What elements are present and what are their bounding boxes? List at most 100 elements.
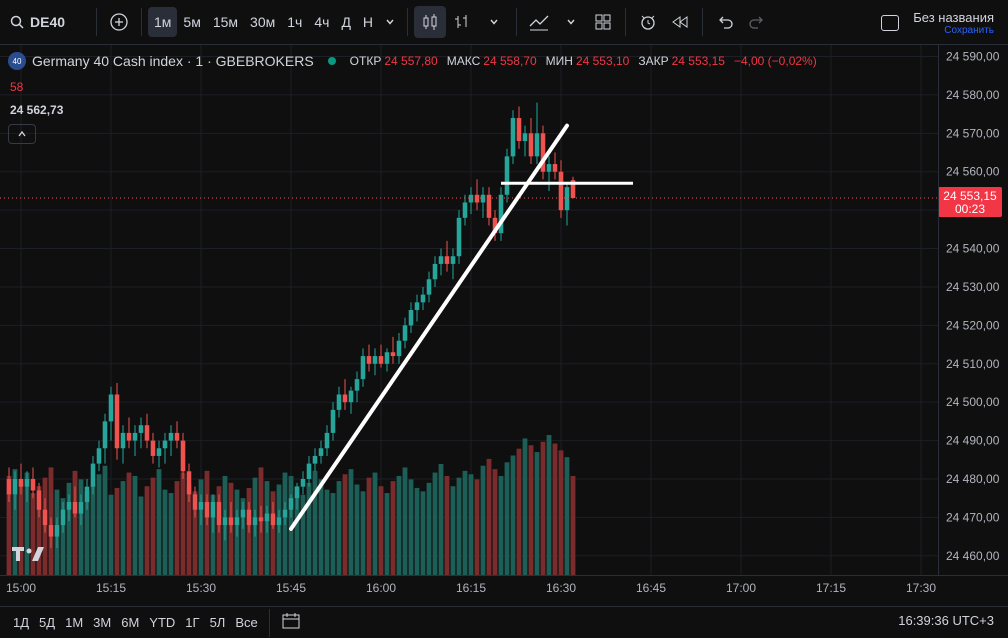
volume-bar xyxy=(90,484,96,575)
price-axis[interactable] xyxy=(938,45,1008,575)
volume-bar xyxy=(168,493,174,575)
candle-body xyxy=(276,517,282,526)
candle-body xyxy=(96,448,102,464)
time-axis[interactable] xyxy=(0,575,1008,601)
range-1d[interactable]: 1Д xyxy=(8,615,34,630)
candle-body xyxy=(78,502,84,514)
candle-body xyxy=(324,432,330,449)
candle-body xyxy=(522,133,528,142)
candle-body xyxy=(198,502,204,510)
volume-bar xyxy=(114,487,120,575)
collapse-legend-button[interactable] xyxy=(8,124,36,144)
volume-bar xyxy=(402,467,408,575)
candle-body xyxy=(12,478,18,495)
volume-bar xyxy=(384,493,390,575)
volume-bar xyxy=(150,477,156,575)
candle-body xyxy=(462,202,468,218)
volume-bar xyxy=(480,465,486,575)
candle-body xyxy=(138,425,144,433)
volume-bar xyxy=(366,477,372,575)
candle-body xyxy=(534,133,540,157)
clock-timezone[interactable]: 16:39:36 UTC+3 xyxy=(898,613,994,628)
candle-body xyxy=(402,325,408,341)
market-status-icon xyxy=(327,57,336,65)
volume-bar xyxy=(564,457,570,575)
volume-bar xyxy=(510,455,516,575)
volume-bar xyxy=(156,469,162,575)
candle-body xyxy=(144,425,150,441)
candle-body xyxy=(420,294,426,303)
price-chart[interactable]: 24 590,0024 580,0024 570,0024 560,0024 5… xyxy=(0,0,1008,638)
candle-body xyxy=(450,256,456,264)
low-value: 24 553,10 xyxy=(575,54,630,68)
range-3m[interactable]: 3М xyxy=(88,615,116,630)
candle-body xyxy=(234,517,240,526)
candle-body xyxy=(24,478,30,487)
volume-bar xyxy=(126,472,132,575)
range-5y[interactable]: 5Л xyxy=(205,615,231,630)
volume-bar xyxy=(450,486,456,575)
volume-bar xyxy=(348,469,354,575)
candle-body xyxy=(240,509,246,518)
candle-body xyxy=(156,448,162,456)
volume-bar xyxy=(474,479,480,575)
candle-body xyxy=(372,356,378,364)
go-to-date-button[interactable] xyxy=(276,612,306,633)
candle-body xyxy=(204,502,210,518)
candle-body xyxy=(318,448,324,456)
tradingview-logo-icon[interactable] xyxy=(12,543,46,563)
range-ytd[interactable]: YTD xyxy=(144,615,180,630)
candle-body xyxy=(396,340,402,357)
candle-body xyxy=(174,432,180,441)
volume-bar xyxy=(426,482,432,575)
candle-body xyxy=(516,117,522,142)
range-6m[interactable]: 6М xyxy=(116,615,144,630)
candle-body xyxy=(246,509,252,526)
candle-body xyxy=(312,455,318,464)
candle-body xyxy=(180,440,186,472)
volume-bar xyxy=(336,481,342,575)
candle-body xyxy=(102,421,108,449)
candle-body xyxy=(432,263,438,280)
high-label: МАКС xyxy=(446,54,481,68)
candle-body xyxy=(42,509,48,526)
chart-legend: 40 Germany 40 Cash index · 1 · GBEBROKER… xyxy=(8,52,823,70)
range-all[interactable]: Все xyxy=(230,615,262,630)
candle-body xyxy=(210,502,216,518)
volume-bar xyxy=(390,481,396,575)
volume-bar xyxy=(198,479,204,575)
candle-body xyxy=(330,409,336,433)
candle-body xyxy=(18,478,24,487)
volume-bar xyxy=(174,481,180,575)
candle-body xyxy=(192,494,198,510)
candle-body xyxy=(264,513,270,522)
candle-body xyxy=(270,513,276,526)
candle-body xyxy=(222,517,228,526)
bottom-toolbar: 1Д 5Д 1М 3М 6М YTD 1Г 5Л Все xyxy=(0,606,1008,638)
candle-body xyxy=(378,356,384,364)
candle-body xyxy=(252,517,258,526)
candle-body xyxy=(288,498,294,510)
candle-body xyxy=(36,490,42,510)
range-5d[interactable]: 5Д xyxy=(34,615,60,630)
candle-body xyxy=(480,194,486,203)
candle-body xyxy=(6,478,12,495)
candle-body xyxy=(108,394,114,422)
calendar-icon xyxy=(282,613,300,629)
volume-bar xyxy=(546,435,552,575)
candle-body xyxy=(72,502,78,514)
candle-body xyxy=(162,440,168,449)
candle-body xyxy=(438,256,444,264)
range-1y[interactable]: 1Г xyxy=(180,615,204,630)
symbol-badge: 40 xyxy=(8,52,26,70)
range-1m[interactable]: 1М xyxy=(60,615,88,630)
candle-body xyxy=(126,432,132,441)
candle-body xyxy=(48,525,54,537)
volume-bar xyxy=(570,475,576,575)
candle-body xyxy=(54,525,60,537)
volume-value: 58 xyxy=(10,80,24,94)
volume-bar xyxy=(540,441,546,575)
volume-bar xyxy=(516,448,522,575)
candle-body xyxy=(474,194,480,203)
crosshair-price: 24 562,73 xyxy=(10,103,64,117)
